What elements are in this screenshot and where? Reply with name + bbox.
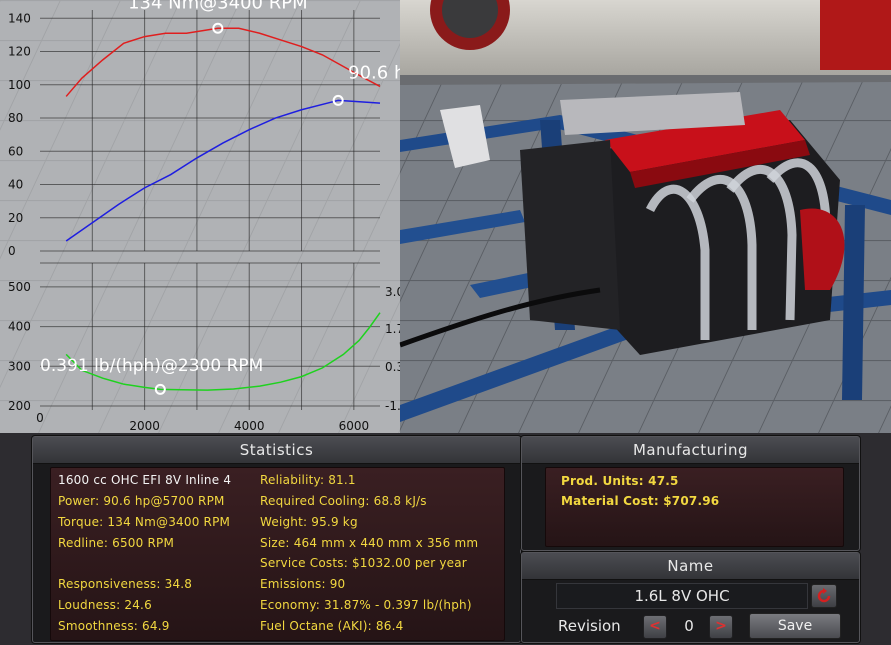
engine-name-input[interactable]: 1.6L 8V OHC <box>556 583 808 609</box>
bottom-ytick-right-label: 0.3 <box>385 360 400 374</box>
material-cost: Material Cost: $707.96 <box>561 494 720 508</box>
top-ytick-label: 40 <box>8 178 23 192</box>
prod-units: Prod. Units: 47.5 <box>561 474 679 488</box>
bottom-ytick-left-label: 500 <box>8 280 31 294</box>
save-button[interactable]: Save <box>749 613 841 639</box>
top-ytick-label: 100 <box>8 78 31 92</box>
manufacturing-header: Manufacturing <box>522 437 859 464</box>
top-ytick-label: 140 <box>8 11 31 25</box>
bottom-ytick-left-label: 200 <box>8 399 31 413</box>
stat-power: Power: 90.6 hp@5700 RPM <box>58 494 225 508</box>
stat-smoothness: Smoothness: 64.9 <box>58 619 170 633</box>
stat-size: Size: 464 mm x 440 mm x 356 mm <box>260 536 479 550</box>
stat-engine: 1600 cc OHC EFI 8V Inline 4 <box>58 473 232 487</box>
stat-service-costs: Service Costs: $1032.00 per year <box>260 556 467 570</box>
engine-graph-panel: 140120100806040200134 Nm@3400 RPM90.6 hp… <box>0 0 400 433</box>
top-ytick-label: 60 <box>8 144 23 158</box>
revision-prev-button[interactable]: < <box>643 615 667 639</box>
bottom-xtick-label: 6000 <box>339 419 370 433</box>
bottom-xtick-label: 0 <box>36 411 44 425</box>
stat-emissions: Emissions: 90 <box>260 577 346 591</box>
name-header: Name <box>522 553 859 580</box>
top-ytick-label: 20 <box>8 211 23 225</box>
top-ytick-label: 120 <box>8 45 31 59</box>
stat-reliability: Reliability: 81.1 <box>260 473 356 487</box>
top-ytick-label: 0 <box>8 244 16 258</box>
torque-peak-label: 134 Nm@3400 RPM <box>128 0 308 13</box>
bottom-ytick-left-label: 400 <box>8 320 31 334</box>
stat-responsiveness: Responsiveness: 34.8 <box>58 577 193 591</box>
stat-cooling: Required Cooling: 68.8 kJ/s <box>260 494 427 508</box>
bottom-ytick-left-label: 300 <box>8 359 31 373</box>
refresh-icon <box>817 588 831 603</box>
stat-octane: Fuel Octane (AKI): 86.4 <box>260 619 404 633</box>
statistics-header: Statistics <box>33 437 520 464</box>
bottom-ytick-right-label: 3.0 <box>385 285 400 299</box>
revision-value: 0 <box>684 617 694 635</box>
revision-label: Revision <box>558 617 621 635</box>
stat-weight: Weight: 95.9 kg <box>260 515 358 529</box>
stat-economy: Economy: 31.87% - 0.397 lb/(hph) <box>260 598 472 612</box>
bottom-xtick-label: 2000 <box>129 419 160 433</box>
stat-torque: Torque: 134 Nm@3400 RPM <box>58 515 231 529</box>
power-peak-label: 90.6 hp@5700 RPM <box>348 62 400 83</box>
stat-loudness: Loudness: 24.6 <box>58 598 152 612</box>
economy-peak-label: 0.391 lb/(hph)@2300 RPM <box>40 356 263 376</box>
refresh-name-button[interactable] <box>811 584 837 608</box>
bottom-ytick-right-label: 1.7 <box>385 322 400 336</box>
stat-redline: Redline: 6500 RPM <box>58 536 174 550</box>
top-ytick-label: 80 <box>8 111 23 125</box>
revision-next-button[interactable]: > <box>709 615 733 639</box>
bottom-xtick-label: 4000 <box>234 419 265 433</box>
bottom-ytick-right-label: -1.0 <box>385 399 400 413</box>
